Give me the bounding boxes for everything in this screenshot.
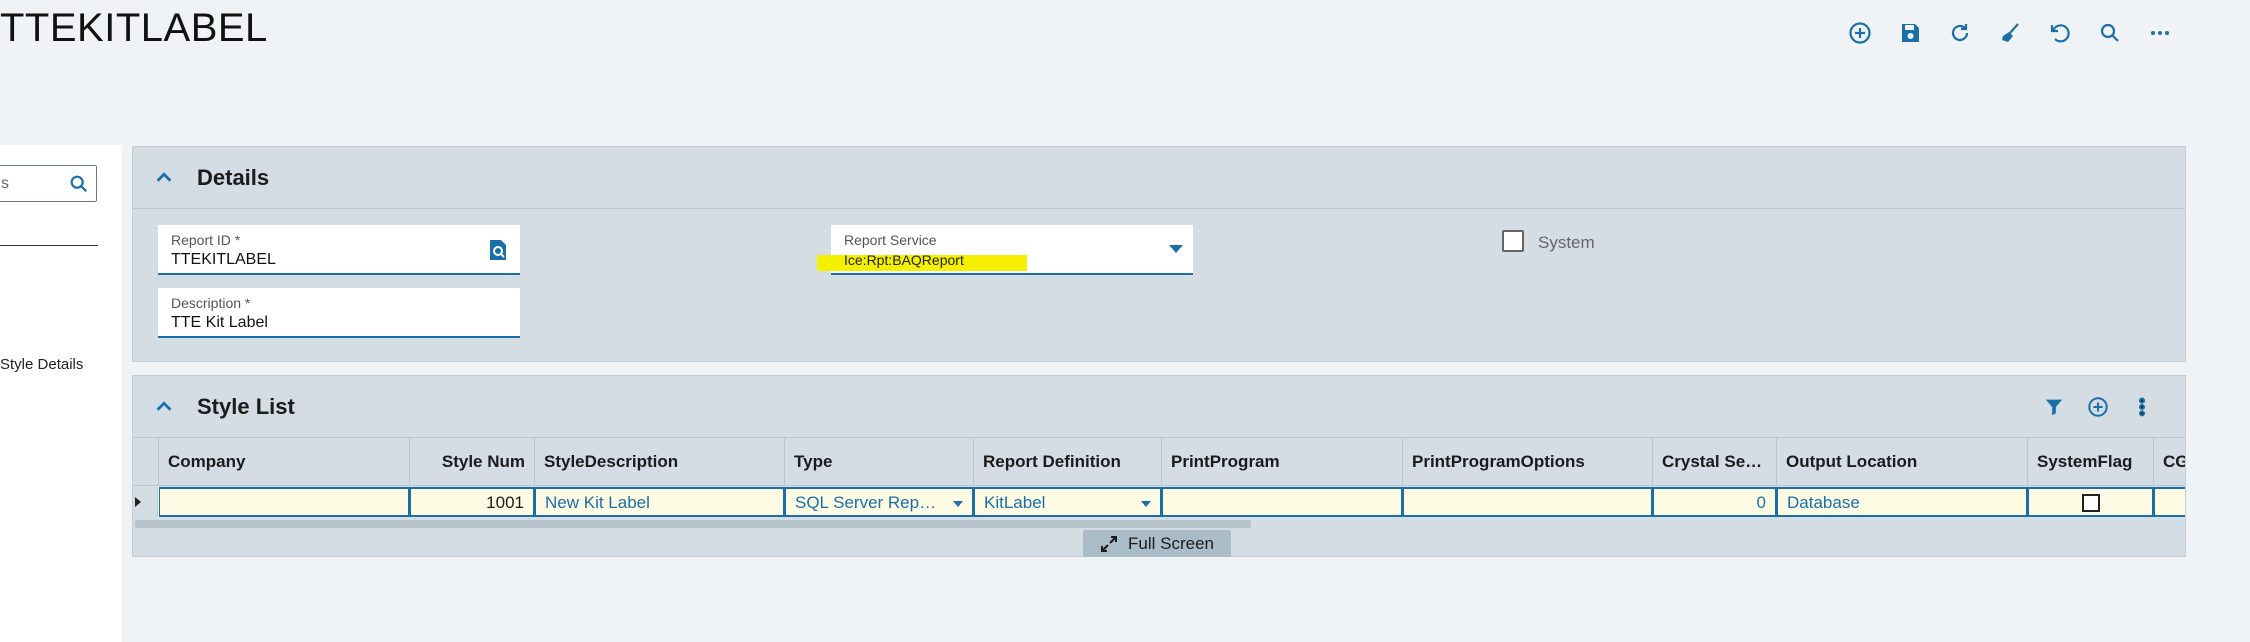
lookup-icon[interactable] — [488, 239, 508, 261]
report-service-value: Ice:Rpt:BAQReport — [844, 252, 964, 268]
system-flag-checkbox[interactable] — [2081, 494, 2100, 512]
grid-corner — [133, 438, 159, 486]
overflow-menu-button[interactable] — [2129, 394, 2155, 420]
column-header-system-flag[interactable]: SystemFlag — [2028, 438, 2154, 486]
description-field[interactable]: Description * TTE Kit Label — [158, 288, 520, 338]
more-icon — [2151, 31, 2169, 35]
nav-divider — [0, 245, 98, 246]
cell-type-value: SQL Server Rep… — [795, 493, 937, 512]
clear-icon — [2002, 23, 2019, 42]
page-header: TTEKITLABEL — [0, 0, 2250, 145]
search-icon[interactable] — [68, 173, 90, 195]
cell-crystal-se[interactable]: 0 — [1653, 487, 1777, 517]
add-row-button[interactable] — [2085, 394, 2111, 420]
style-list-title: Style List — [197, 394, 295, 419]
full-screen-button[interactable]: Full Screen — [1083, 530, 1231, 557]
chevron-down-icon[interactable] — [1141, 501, 1151, 507]
search-button[interactable] — [2094, 17, 2126, 49]
column-header-crystal-se[interactable]: Crystal Se… — [1653, 438, 1777, 486]
column-header-type[interactable]: Type — [785, 438, 974, 486]
system-checkbox[interactable] — [1502, 230, 1524, 252]
details-header: Details — [133, 147, 2185, 209]
chevron-up-icon[interactable] — [153, 396, 175, 418]
cell-type[interactable]: SQL Server Rep… — [785, 487, 974, 517]
report-id-label: Report ID * — [171, 232, 241, 248]
refresh-button[interactable] — [1944, 17, 1976, 49]
filter-icon — [2045, 399, 2063, 416]
search-icon — [2100, 23, 2119, 42]
column-header-company[interactable]: Company — [159, 438, 410, 486]
more-button[interactable] — [2144, 17, 2176, 49]
system-label: System — [1538, 233, 1595, 252]
description-value: TTE Kit Label — [171, 314, 268, 331]
cell-style-description[interactable]: New Kit Label — [535, 487, 785, 517]
add-icon — [2088, 397, 2108, 417]
filter-button[interactable] — [2041, 394, 2067, 420]
horizontal-scrollbar[interactable] — [133, 518, 2185, 530]
cell-cgc[interactable] — [2154, 487, 2185, 517]
report-service-label: Report Service — [844, 232, 937, 248]
chevron-down-icon[interactable] — [953, 501, 963, 507]
scrollbar-thumb[interactable] — [135, 520, 1251, 528]
column-header-output-location[interactable]: Output Location — [1777, 438, 2028, 486]
refresh-icon — [1951, 24, 1969, 42]
nav-search-text: s — [1, 175, 9, 192]
undo-button[interactable] — [2044, 17, 2076, 49]
undo-icon — [2050, 24, 2070, 43]
report-service-select[interactable]: Report Service Ice:Rpt:BAQReport — [817, 225, 1193, 275]
toolbar — [1844, 17, 2176, 49]
grid-header: Company Style Num StyleDescription Type … — [133, 438, 2185, 486]
save-icon — [1902, 24, 1919, 42]
nav-search-input[interactable]: s — [0, 165, 97, 202]
style-list-panel: Style List Company Style Num StyleDescri… — [132, 375, 2186, 557]
cell-company[interactable] — [159, 487, 410, 517]
description-label: Description * — [171, 295, 251, 311]
column-header-report-definition[interactable]: Report Definition — [974, 438, 1162, 486]
full-screen-label: Full Screen — [1128, 533, 1214, 553]
details-panel: Details Report ID * TTEKITLABEL Descript… — [132, 146, 2186, 362]
table-row[interactable]: 1001 New Kit Label SQL Server Rep… KitLa… — [133, 487, 2185, 517]
nav-item-style-details[interactable]: Style Details — [0, 356, 83, 373]
cell-report-definition-value: KitLabel — [984, 493, 1046, 512]
cell-report-definition[interactable]: KitLabel — [974, 487, 1162, 517]
add-new-icon — [1849, 22, 1871, 44]
cell-system-flag[interactable] — [2028, 487, 2154, 517]
kebab-menu-icon — [2138, 397, 2146, 417]
cell-style-num[interactable]: 1001 — [410, 487, 535, 517]
cell-output-location[interactable]: Database — [1777, 487, 2028, 517]
column-header-style-description[interactable]: StyleDescription — [535, 438, 785, 486]
row-indicator — [133, 487, 158, 517]
style-list-tools — [2041, 394, 2155, 420]
chevron-down-icon[interactable] — [1169, 245, 1183, 253]
save-button[interactable] — [1894, 17, 1926, 49]
left-nav-panel: s Style Details — [0, 145, 122, 642]
expand-icon — [1101, 535, 1117, 552]
details-title: Details — [197, 165, 270, 190]
page-title: TTEKITLABEL — [0, 6, 268, 50]
cell-print-program-options[interactable] — [1403, 487, 1653, 517]
add-new-button[interactable] — [1844, 17, 1876, 49]
report-id-field[interactable]: Report ID * TTEKITLABEL — [158, 225, 520, 275]
clear-button[interactable] — [1994, 17, 2026, 49]
report-id-value: TTEKITLABEL — [171, 251, 276, 268]
cell-print-program[interactable] — [1162, 487, 1403, 517]
column-header-print-program-options[interactable]: PrintProgramOptions — [1403, 438, 1653, 486]
column-header-cgc[interactable]: CGC — [2154, 438, 2185, 486]
column-header-print-program[interactable]: PrintProgram — [1162, 438, 1403, 486]
chevron-up-icon[interactable] — [153, 167, 175, 189]
column-header-style-num[interactable]: Style Num — [410, 438, 535, 486]
style-list-header: Style List — [133, 376, 2185, 438]
